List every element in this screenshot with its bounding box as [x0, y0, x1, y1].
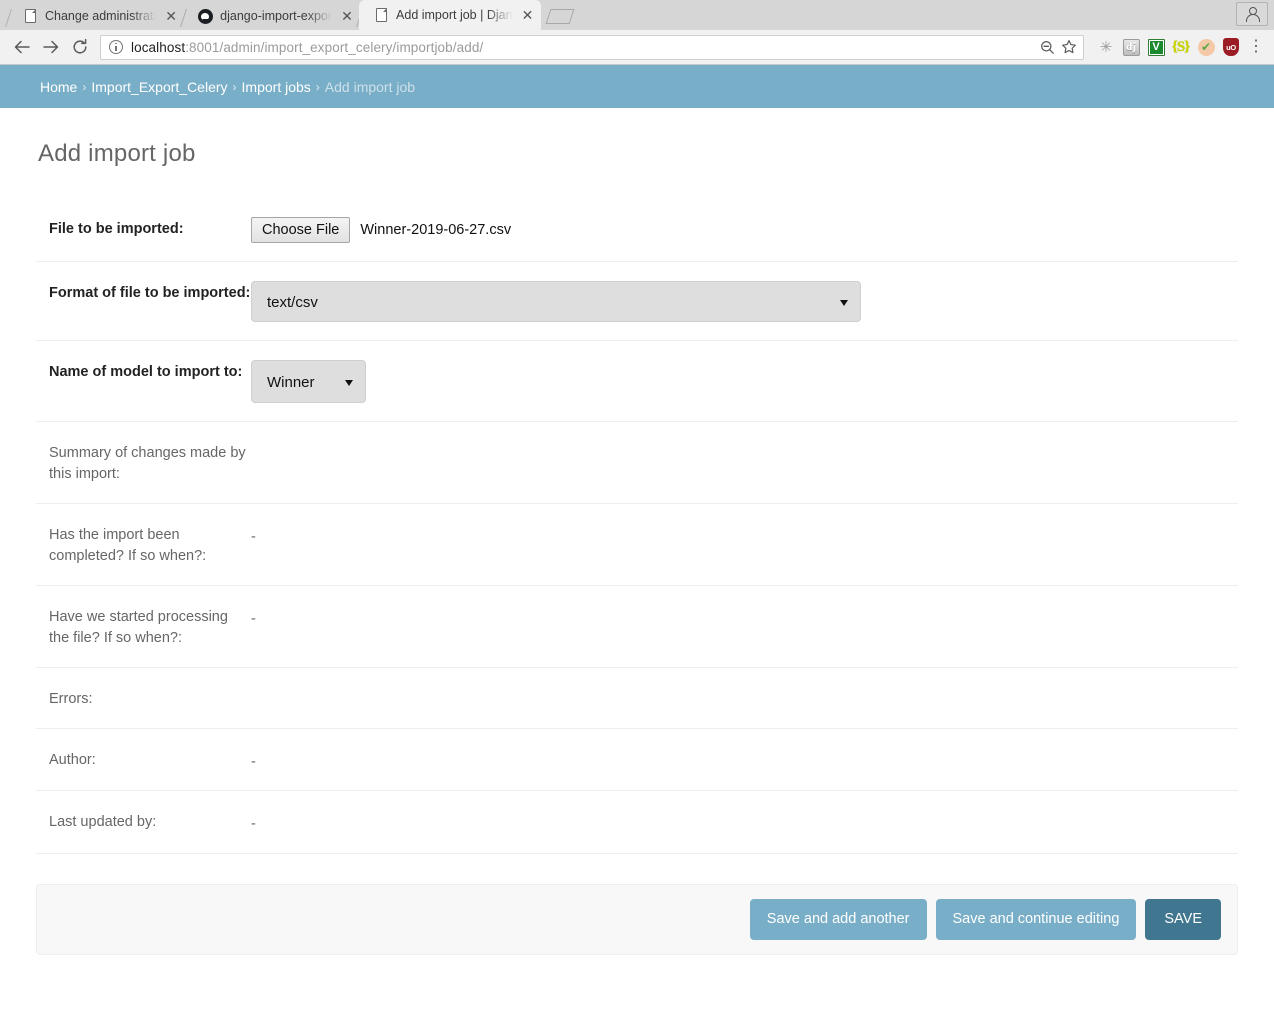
browser-chrome: Change administrati ✕ django-import-expo… — [0, 0, 1274, 65]
peach-glyph: ✔ — [1197, 38, 1215, 56]
tab-title: Change administrati — [45, 9, 157, 23]
model-select[interactable]: Winner — [251, 360, 366, 403]
django-debug-toolbar-icon[interactable]: dj — [1120, 36, 1142, 58]
breadcrumb-current: Add import job — [324, 78, 416, 95]
readonly-value — [251, 441, 1238, 445]
breadcrumb: Home › Import_Export_Celery › Import job… — [0, 65, 1274, 108]
extensions-bar: ✳ dj V S ✔ uO ⋮ — [1095, 36, 1267, 58]
url-path: :8001/admin/import_export_celery/importj… — [185, 39, 484, 55]
peach-extension-icon[interactable]: ✔ — [1195, 36, 1217, 58]
tab-title: django-import-expor — [220, 9, 333, 23]
tab-title: Add import job | Djan — [396, 8, 513, 22]
document-icon — [373, 7, 389, 23]
browser-menu-icon[interactable]: ⋮ — [1245, 36, 1267, 58]
save-button[interactable]: SAVE — [1145, 898, 1221, 940]
choose-file-button[interactable]: Choose File — [251, 217, 351, 243]
form-row-file: File to be imported: Choose File Winner-… — [36, 198, 1238, 262]
field-label: Name of model to import to: — [49, 364, 243, 380]
field-label: Summary of changes made by this import: — [49, 445, 246, 483]
close-icon[interactable]: ✕ — [519, 6, 537, 24]
field-label: Have we started processing the file? If … — [49, 609, 228, 647]
v-glyph: V — [1149, 40, 1163, 54]
document-icon — [22, 8, 38, 24]
main-content: Add import job File to be imported: Choo… — [0, 140, 1274, 955]
profile-avatar-button[interactable] — [1236, 2, 1268, 26]
form-row-author: Author: - — [36, 729, 1238, 792]
reload-icon[interactable] — [65, 33, 94, 61]
back-arrow-icon[interactable] — [7, 33, 36, 61]
page-title: Add import job — [38, 140, 196, 167]
tab-strip: Change administrati ✕ django-import-expo… — [0, 0, 1274, 30]
url-host: localhost — [131, 39, 186, 55]
breadcrumb-app[interactable]: Import_Export_Celery — [91, 79, 227, 95]
browser-tab-active[interactable]: Add import job | Djan ✕ — [359, 0, 541, 30]
breadcrumb-separator: › — [232, 79, 237, 94]
readonly-value: - — [251, 754, 256, 771]
dj-glyph: dj — [1122, 38, 1140, 56]
field-label: Errors: — [49, 691, 93, 708]
breadcrumb-model[interactable]: Import jobs — [242, 79, 311, 95]
browser-tab[interactable]: django-import-expor ✕ — [183, 2, 360, 30]
json-formatter-extension-icon[interactable]: S — [1170, 36, 1192, 58]
github-icon — [197, 8, 213, 24]
breadcrumb-home[interactable]: Home — [40, 79, 77, 95]
form-row-processing: Have we started processing the file? If … — [36, 586, 1238, 669]
readonly-value — [251, 687, 1238, 691]
form-row-errors: Errors: — [36, 668, 1238, 730]
kebab-menu-glyph: ⋮ — [1248, 38, 1264, 55]
file-input[interactable]: Choose File Winner-2019-06-27.csv — [251, 217, 1238, 243]
field-label: File to be imported: — [49, 221, 184, 237]
star-icon[interactable] — [1059, 37, 1079, 57]
browser-tab[interactable]: Change administrati ✕ — [8, 2, 184, 30]
field-label: Has the import been completed? If so whe… — [49, 527, 207, 565]
readonly-value: - — [251, 611, 256, 628]
form-row-format: Format of file to be imported: text/csv — [36, 262, 1238, 341]
field-label: Format of file to be imported: — [49, 285, 251, 301]
readonly-value: - — [251, 816, 256, 833]
s-glyph: S — [1172, 39, 1191, 56]
save-and-add-another-button[interactable]: Save and add another — [749, 898, 927, 940]
field-label: Last updated by: — [49, 814, 157, 831]
address-bar[interactable]: localhost:8001/admin/import_export_celer… — [100, 34, 1084, 60]
close-icon[interactable]: ✕ — [338, 7, 356, 25]
ublock-glyph: uO — [1223, 38, 1239, 56]
close-icon[interactable]: ✕ — [162, 7, 180, 25]
breadcrumb-separator: › — [82, 79, 87, 94]
browser-toolbar: localhost:8001/admin/import_export_celer… — [0, 30, 1274, 65]
form-row-completed: Has the import been completed? If so whe… — [36, 504, 1238, 587]
info-circle-icon[interactable] — [109, 40, 123, 54]
readonly-value: - — [251, 529, 256, 546]
field-label: Author: — [49, 752, 96, 769]
zoom-out-icon[interactable] — [1037, 37, 1057, 57]
import-job-form: File to be imported: Choose File Winner-… — [36, 198, 1238, 955]
submit-row: Save and add another Save and continue e… — [36, 883, 1238, 955]
new-tab-button[interactable] — [544, 6, 578, 28]
avatar-icon — [1245, 7, 1260, 22]
ublock-origin-icon[interactable]: uO — [1220, 36, 1242, 58]
url-text: localhost:8001/admin/import_export_celer… — [131, 40, 1031, 55]
vimium-extension-icon[interactable]: V — [1145, 36, 1167, 58]
forward-arrow-icon[interactable] — [36, 33, 65, 61]
sparkle-glyph: ✳ — [1099, 38, 1113, 56]
form-row-model: Name of model to import to: Winner — [36, 341, 1238, 422]
form-row-last-updated-by: Last updated by: - — [36, 791, 1238, 854]
form-row-summary: Summary of changes made by this import: — [36, 422, 1238, 505]
format-select[interactable]: text/csv — [251, 281, 861, 322]
breadcrumb-separator: › — [315, 79, 320, 94]
save-and-continue-editing-button[interactable]: Save and continue editing — [935, 898, 1137, 940]
selected-file-name: Winner-2019-06-27.csv — [360, 222, 512, 238]
sparkle-extension-icon[interactable]: ✳ — [1095, 36, 1117, 58]
